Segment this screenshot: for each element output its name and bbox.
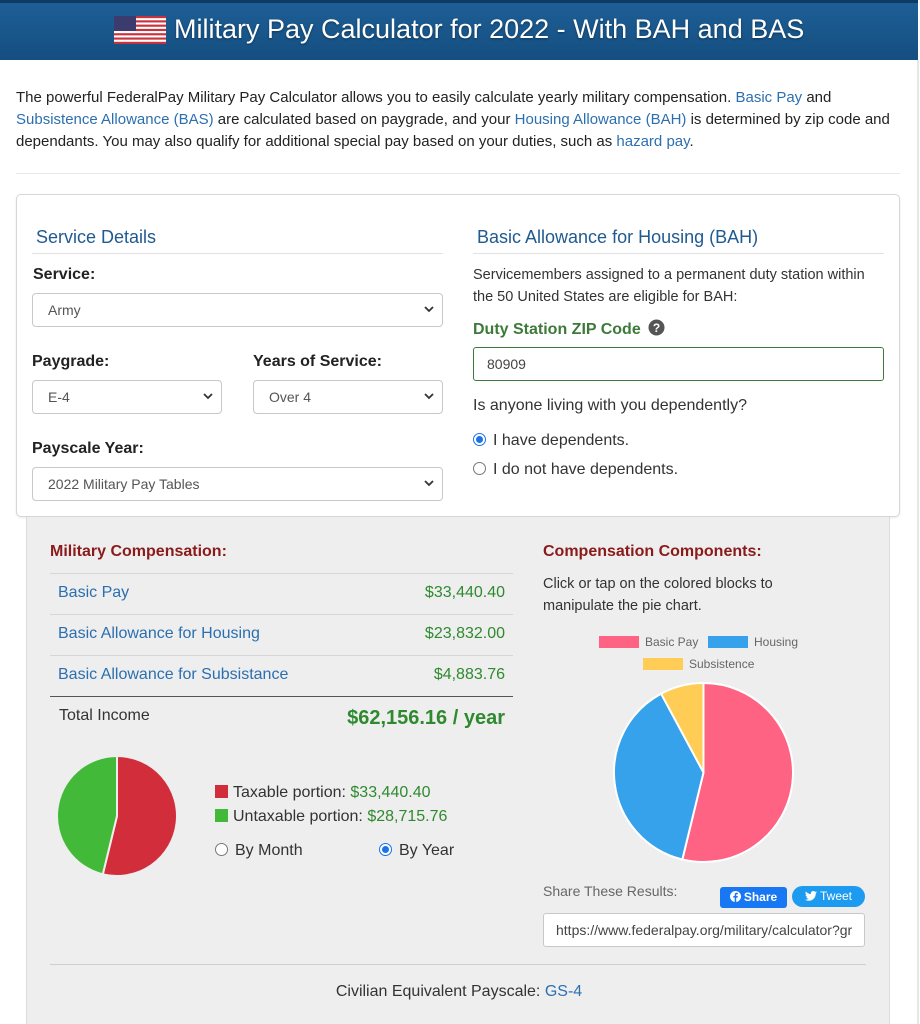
by-year-option[interactable]: By Year: [379, 842, 454, 860]
paygrade-select[interactable]: E-4: [32, 380, 222, 414]
total-income-label: Total Income: [59, 707, 150, 724]
components-pie-chart[interactable]: [612, 681, 795, 864]
service-select-value: Army: [48, 302, 81, 318]
basic-pay-link[interactable]: Basic Pay: [735, 89, 802, 106]
bah-title: Basic Allowance for Housing (BAH): [477, 227, 759, 247]
years-of-service-label: Years of Service:: [253, 353, 382, 370]
years-of-service-select[interactable]: Over 4: [253, 380, 443, 414]
bas-link[interactable]: Subsistence Allowance (BAS): [16, 111, 214, 128]
military-compensation-title: Military Compensation:: [50, 543, 227, 560]
service-label: Service:: [33, 266, 96, 283]
untaxable-legend: Untaxable portion: $28,715.76: [215, 808, 447, 826]
comp-row-subsistence: Basic Allowance for Subsistance $4,883.7…: [50, 655, 513, 696]
facebook-share-button[interactable]: Share: [720, 887, 787, 908]
bah-description: Servicemembers assigned to a permanent d…: [473, 267, 865, 305]
hazard-pay-link[interactable]: hazard pay: [616, 133, 689, 150]
chevron-down-icon: [203, 393, 213, 400]
has-dependents-radio[interactable]: [473, 433, 486, 446]
taxable-value: $33,440.40: [350, 784, 431, 801]
legend-basic-pay[interactable]: Basic Pay: [599, 635, 698, 649]
taxable-legend: Taxable portion: $33,440.40: [215, 784, 430, 802]
total-income-value: $62,156.16 / year: [347, 707, 505, 729]
legend-swatch: [643, 658, 683, 670]
total-divider: [50, 696, 513, 697]
basic-pay-value: $33,440.40: [424, 584, 505, 601]
by-month-option[interactable]: By Month: [215, 842, 303, 860]
dependents-question: Is anyone living with you dependently?: [473, 397, 747, 414]
us-flag-icon: [114, 16, 166, 44]
taxable-pie-chart: [56, 754, 178, 877]
page-edge: [917, 60, 919, 1024]
legend-swatch: [708, 636, 748, 648]
comp-row-basic-pay: Basic Pay $33,440.40: [50, 573, 513, 614]
civilian-equivalent: Civilian Equivalent Payscale: GS-4: [335, 983, 583, 1000]
no-dependents-option[interactable]: I do not have dependents.: [473, 461, 678, 479]
divider: [16, 173, 900, 174]
pie-slice-untaxable-portion: [56, 754, 118, 876]
by-year-radio[interactable]: [379, 843, 392, 856]
help-icon[interactable]: ?: [648, 319, 665, 336]
divider: [50, 964, 866, 965]
subsistence-allowance-link[interactable]: Basic Allowance for Subsistance: [58, 666, 288, 684]
housing-allowance-value: $23,832.00: [424, 625, 505, 642]
payscale-year-label: Payscale Year:: [32, 440, 144, 457]
basic-pay-link[interactable]: Basic Pay: [58, 584, 129, 602]
twitter-bird-icon: [804, 891, 817, 901]
no-dependents-radio[interactable]: [473, 462, 486, 475]
svg-text:?: ?: [653, 321, 660, 335]
share-url-input[interactable]: https://www.federalpay.org/military/calc…: [543, 913, 865, 947]
untaxable-value: $28,715.76: [367, 808, 448, 825]
taxable-swatch: [215, 785, 228, 798]
comp-row-housing: Basic Allowance for Housing $23,832.00: [50, 614, 513, 655]
paygrade-label: Paygrade:: [32, 353, 110, 370]
payscale-year-select[interactable]: 2022 Military Pay Tables: [32, 467, 443, 501]
by-month-radio[interactable]: [215, 843, 228, 856]
intro-paragraph: The powerful FederalPay Military Pay Cal…: [16, 89, 890, 150]
divider: [473, 253, 884, 254]
has-dependents-option[interactable]: I have dependents.: [473, 432, 629, 450]
legend-subsistence[interactable]: Subsistence: [643, 657, 754, 671]
chevron-down-icon: [424, 480, 434, 487]
legend-housing[interactable]: Housing: [708, 635, 798, 649]
facebook-icon: [729, 891, 741, 902]
subsistence-allowance-value: $4,883.76: [433, 666, 505, 683]
service-details-title: Service Details: [36, 227, 157, 247]
zip-code-label: Duty Station ZIP Code ?: [473, 319, 665, 339]
divider: [32, 253, 443, 254]
compensation-components-title: Compensation Components:: [543, 543, 762, 560]
page-title: Military Pay Calculator for 2022 - With …: [174, 14, 805, 44]
untaxable-swatch: [215, 809, 228, 822]
paygrade-select-value: E-4: [48, 389, 70, 405]
service-select[interactable]: Army: [32, 293, 443, 327]
share-label: Share These Results:: [543, 883, 678, 899]
components-description: Click or tap on the colored blocks to ma…: [543, 576, 773, 614]
years-of-service-value: Over 4: [269, 389, 312, 405]
page-header: Military Pay Calculator for 2022 - With …: [0, 0, 918, 60]
zip-code-input[interactable]: 80909: [473, 347, 884, 381]
chevron-down-icon: [424, 393, 434, 400]
tweet-button[interactable]: Tweet: [792, 886, 865, 907]
payscale-year-value: 2022 Military Pay Tables: [48, 476, 200, 492]
housing-allowance-link[interactable]: Basic Allowance for Housing: [58, 625, 260, 643]
chevron-down-icon: [424, 306, 434, 313]
legend-swatch: [599, 636, 639, 648]
gs-4-link[interactable]: GS-4: [545, 983, 582, 1000]
bah-link[interactable]: Housing Allowance (BAH): [515, 111, 687, 128]
